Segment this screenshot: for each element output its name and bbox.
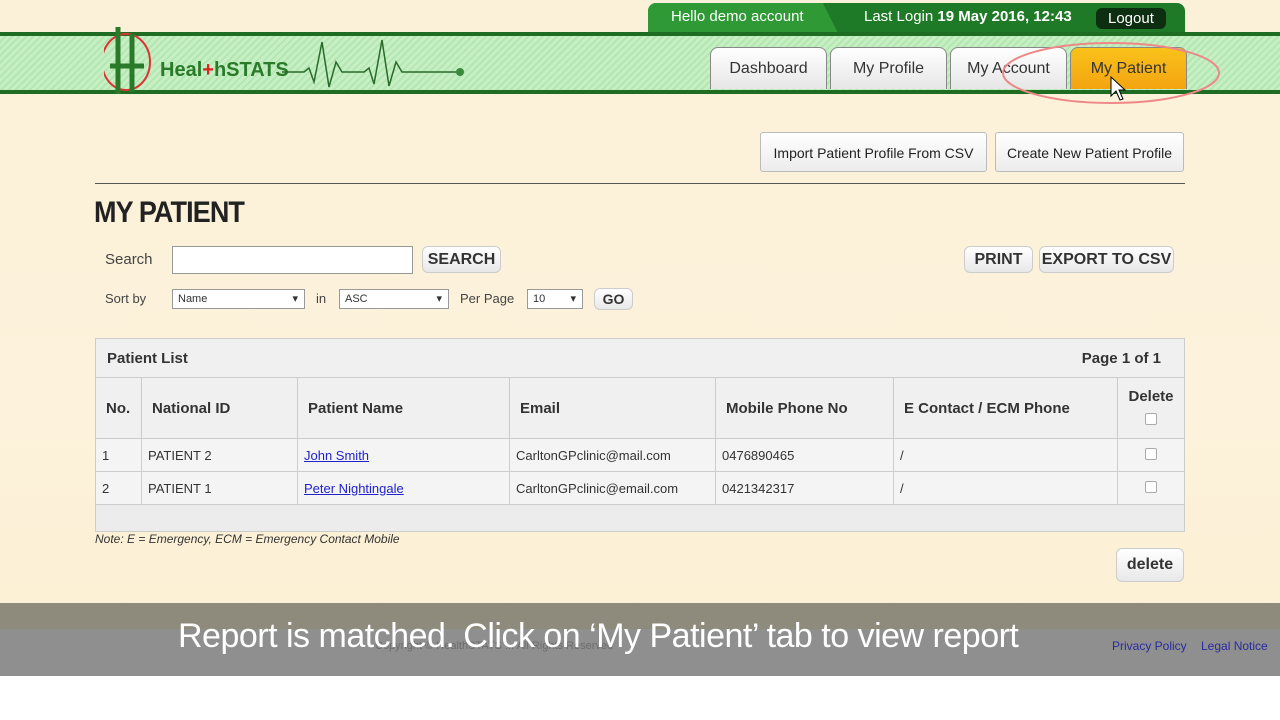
per-page-select[interactable]: 10 <box>527 289 583 309</box>
cell-ecm: / <box>893 438 1118 472</box>
page: Hello demo account Last Login 19 May 201… <box>0 0 1280 676</box>
greeting: Hello demo account <box>648 3 838 33</box>
cell-email: CarltonGPclinic@email.com <box>509 471 716 505</box>
print-button[interactable]: PRINT <box>964 246 1033 273</box>
patient-name-link[interactable]: Peter Nightingale <box>304 481 404 496</box>
export-csv-button[interactable]: EXPORT TO CSV <box>1039 246 1174 273</box>
list-title: Patient List <box>107 350 188 367</box>
col-no: No. <box>95 377 142 439</box>
delete-checkbox[interactable] <box>1145 480 1157 493</box>
cell-national-id: PATIENT 1 <box>141 471 298 505</box>
page-indicator: Page 1 of 1 <box>1081 350 1161 367</box>
divider <box>95 183 1185 184</box>
privacy-policy-link[interactable]: Privacy Policy <box>1112 639 1187 653</box>
legend-note: Note: E = Emergency, ECM = Emergency Con… <box>95 532 400 546</box>
search-label: Search <box>105 251 153 268</box>
delete-button[interactable]: delete <box>1116 548 1184 582</box>
svg-text:Heal+hSTATS: Heal+hSTATS <box>160 59 289 81</box>
patient-list-header: Patient List Page 1 of 1 <box>95 338 1185 378</box>
col-patient-name: Patient Name <box>297 377 510 439</box>
table-row: 1 PATIENT 2 John Smith CarltonGPclinic@m… <box>95 438 1185 472</box>
cursor-icon <box>1110 76 1126 101</box>
col-mobile: Mobile Phone No <box>715 377 894 439</box>
col-national-id: National ID <box>141 377 298 439</box>
tab-dashboard[interactable]: Dashboard <box>710 47 827 89</box>
col-delete: Delete <box>1117 377 1185 439</box>
col-delete-label: Delete <box>1128 387 1174 405</box>
go-button[interactable]: GO <box>594 288 633 310</box>
search-input[interactable] <box>172 246 413 274</box>
per-page-label: Per Page <box>460 291 515 306</box>
healthstats-logo[interactable]: Heal+hSTATS <box>104 22 474 98</box>
cell-no: 2 <box>95 471 142 505</box>
import-csv-button[interactable]: Import Patient Profile From CSV <box>760 132 987 172</box>
logout-button[interactable]: Logout <box>1096 8 1166 29</box>
col-ecm: E Contact / ECM Phone <box>893 377 1118 439</box>
video-caption: Report is matched. Click on ‘My Patient’… <box>178 617 1019 655</box>
cell-mobile: 0476890465 <box>715 438 894 472</box>
legal-notice-link[interactable]: Legal Notice <box>1201 639 1268 653</box>
cell-ecm: / <box>893 471 1118 505</box>
table-row: 2 PATIENT 1 Peter Nightingale CarltonGPc… <box>95 471 1185 505</box>
last-login: Last Login 19 May 2016, 12:43 <box>864 8 1072 25</box>
in-label: in <box>316 291 327 306</box>
col-email: Email <box>509 377 716 439</box>
cell-mobile: 0421342317 <box>715 471 894 505</box>
top-bar: Hello demo account Last Login 19 May 201… <box>648 3 1185 33</box>
table-footer-row <box>95 504 1185 532</box>
create-patient-button[interactable]: Create New Patient Profile <box>995 132 1184 172</box>
select-all-checkbox[interactable] <box>1145 412 1157 425</box>
tab-my-profile[interactable]: My Profile <box>830 47 947 89</box>
delete-checkbox[interactable] <box>1145 447 1157 460</box>
page-title: MY PATIENT <box>94 196 245 229</box>
sort-label: Sort by <box>105 291 147 306</box>
cell-no: 1 <box>95 438 142 472</box>
cell-email: CarltonGPclinic@mail.com <box>509 438 716 472</box>
sort-field-select[interactable]: Name <box>172 289 305 309</box>
search-button[interactable]: SEARCH <box>422 246 501 273</box>
patient-name-link[interactable]: John Smith <box>304 448 369 463</box>
patient-table: No. National ID Patient Name Email Mobil… <box>95 377 1185 532</box>
sort-order-select[interactable]: ASC <box>339 289 449 309</box>
table-header-row: No. National ID Patient Name Email Mobil… <box>95 377 1185 439</box>
cell-national-id: PATIENT 2 <box>141 438 298 472</box>
